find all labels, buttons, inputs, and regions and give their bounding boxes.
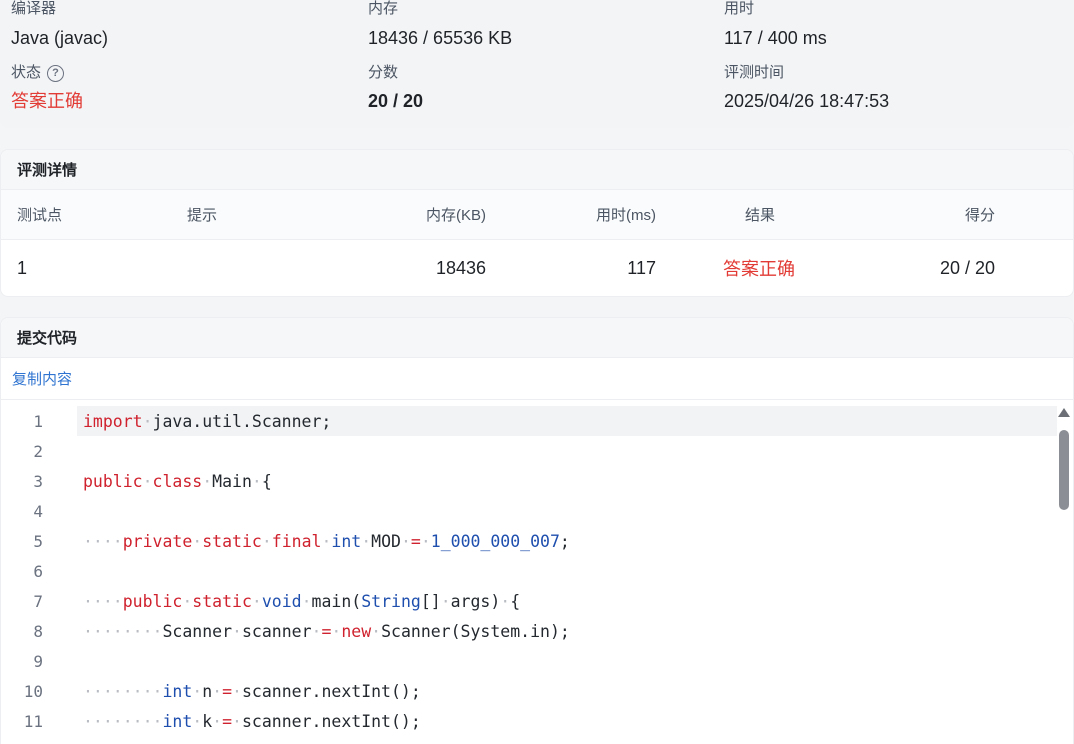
judge-details-title: 评测详情 [1,150,1073,190]
code-line: 6 [1,556,1057,586]
status-label: 状态 [11,64,42,81]
score-cell: 分数 20 / 20 [368,64,423,112]
scrollbar-thumb[interactable] [1059,430,1069,510]
time-cell: 用时 117 / 400 ms [724,0,827,49]
cell-score: 20 / 20 [939,257,995,278]
code-text: ········int·n·=·scanner.nextInt(); [83,681,421,701]
time-label: 用时 [724,0,755,17]
memory-value: 18436 / 65536 KB [368,28,513,48]
status-value: 答案正确 [11,91,83,111]
code-line: 2 [1,436,1057,466]
col-hint: 提示 [187,207,218,224]
compiler-cell: 编译器 Java (javac) [11,0,108,49]
cell-time: 117 [627,257,656,278]
code-line: 11 ········int·k·=·scanner.nextInt(); [1,706,1057,736]
cell-case: 1 [17,257,28,278]
line-number: 7 [33,591,43,611]
judge-time-label: 评测时间 [724,64,785,81]
col-result: 结果 [745,207,776,224]
cell-result: 答案正确 [723,259,795,279]
compiler-value: Java (javac) [11,28,109,48]
score-label: 分数 [368,64,399,81]
cell-memory: 18436 [435,257,486,278]
judge-details-card: 评测详情 测试点 提示 内存(KB) 用时(ms) 结果 得分 1 18436 … [0,149,1074,297]
col-memory: 内存(KB) [425,207,486,224]
code-line: 12 [1,736,1057,744]
table-row: 1 18436 117 答案正确 20 / 20 [1,240,1073,296]
status-cell: 状态 ? 答案正确 [11,64,83,112]
chevron-up-icon[interactable] [1058,408,1070,417]
code-text: public·class·Main·{ [83,471,272,491]
judge-time-cell: 评测时间 2025/04/26 18:47:53 [724,64,889,112]
line-number: 5 [33,531,43,551]
code-line: 4 [1,496,1057,526]
col-time: 用时(ms) [596,207,656,224]
line-number: 9 [33,651,43,671]
help-circle-icon[interactable]: ? [47,64,65,82]
code-line: 1 import·java.util.Scanner; [1,406,1057,436]
line-number: 11 [23,711,43,731]
code-text: ····private·static·final·int·MOD·=·1_000… [83,531,570,551]
code-text: import·java.util.Scanner; [83,411,332,431]
compiler-label: 编译器 [11,0,57,17]
submission-summary: 编译器 Java (javac) 内存 18436 / 65536 KB 用时 … [0,0,1074,128]
time-value: 117 / 400 ms [724,28,827,48]
line-number: 6 [33,561,43,581]
line-number: 1 [33,411,43,431]
line-number: 3 [33,471,43,491]
line-number: 8 [33,621,43,641]
code-line: 9 [1,646,1057,676]
memory-label: 内存 [368,0,399,17]
col-score: 得分 [964,207,995,224]
submitted-code-title: 提交代码 [1,318,1073,358]
details-table-header: 测试点 提示 内存(KB) 用时(ms) 结果 得分 [1,190,1073,240]
vertical-scrollbar[interactable] [1057,408,1071,744]
copy-bar: 复制内容 [1,358,1073,400]
memory-cell: 内存 18436 / 65536 KB [368,0,512,49]
code-line: 10 ········int·n·=·scanner.nextInt(); [1,676,1057,706]
code-line: 3 public·class·Main·{ [1,466,1057,496]
line-number: 4 [33,501,43,521]
copy-content-button[interactable]: 复制内容 [12,368,72,389]
code-text: ········int·k·=·scanner.nextInt(); [83,711,421,731]
code-line: 7 ····public·static·void·main(String[]·a… [1,586,1057,616]
code-line: 5 ····private·static·final·int·MOD·=·1_0… [1,526,1057,556]
code-line: 8 ········Scanner·scanner·=·new·Scanner(… [1,616,1057,646]
code-text: ········Scanner·scanner·=·new·Scanner(Sy… [83,621,570,641]
line-number: 2 [33,441,43,461]
submitted-code-card: 提交代码 复制内容 1 import·java.util.Scanner; 2 … [0,317,1074,744]
code-text: ····public·static·void·main(String[]·arg… [83,591,521,611]
score-value: 20 / 20 [368,91,424,111]
judge-time-value: 2025/04/26 18:47:53 [724,91,890,111]
col-case: 测试点 [17,207,63,224]
code-editor[interactable]: 1 import·java.util.Scanner; 2 3 public·c… [1,400,1073,744]
line-number: 10 [23,681,43,701]
